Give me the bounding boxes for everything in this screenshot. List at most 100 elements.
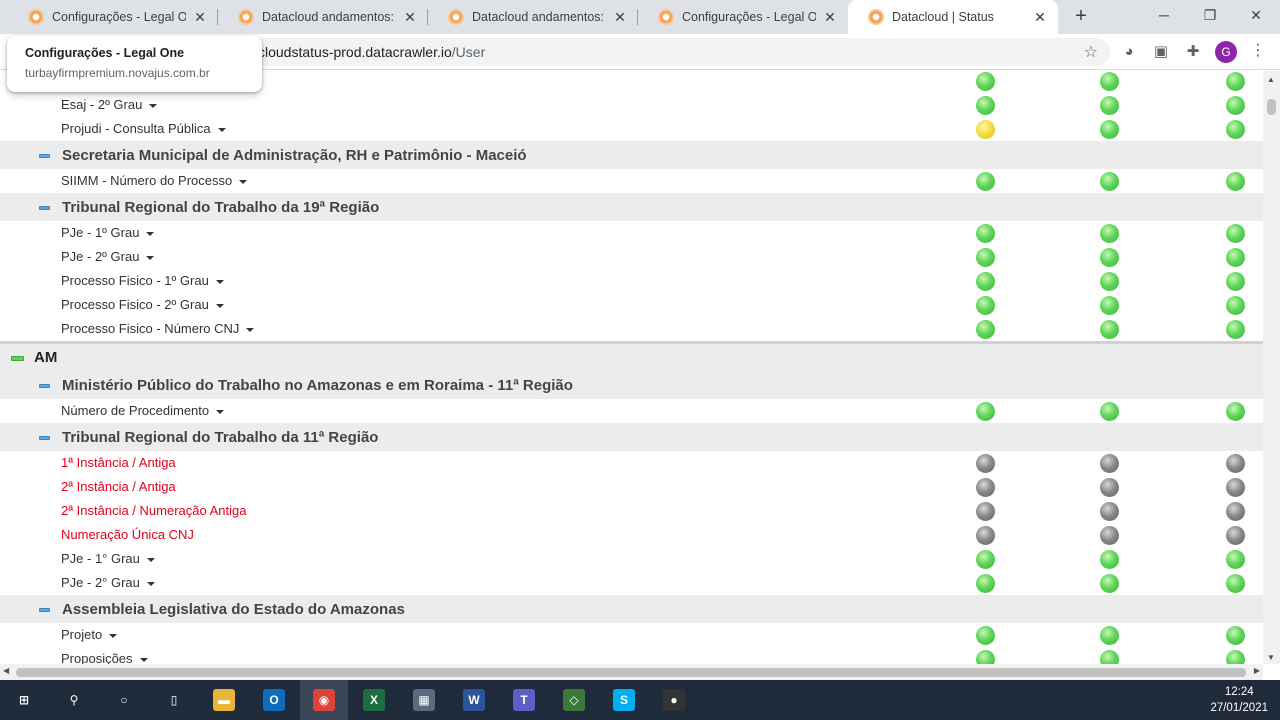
puzzle-icon[interactable]: ✚: [1183, 42, 1203, 62]
status-green-icon[interactable]: [976, 626, 995, 645]
system-name[interactable]: Projeto: [61, 627, 118, 642]
caret-down-icon[interactable]: [139, 657, 148, 662]
collapse-icon[interactable]: [39, 436, 50, 440]
status-green-icon[interactable]: [1100, 96, 1119, 115]
status-green-icon[interactable]: [976, 574, 995, 593]
status-green-icon[interactable]: [1226, 296, 1245, 315]
status-yellow-icon[interactable]: [976, 120, 995, 139]
menu-icon[interactable]: ⋮: [1250, 40, 1266, 60]
scroll-right-icon[interactable]: ▶: [1254, 666, 1260, 675]
status-gray-icon[interactable]: [1100, 526, 1119, 545]
status-green-icon[interactable]: [1100, 172, 1119, 191]
taskbar-skype[interactable]: S: [600, 680, 648, 720]
status-green-icon[interactable]: [1100, 550, 1119, 569]
taskbar-calculator[interactable]: ▦: [400, 680, 448, 720]
collapse-icon[interactable]: [39, 154, 50, 158]
system-name[interactable]: Numeração Única CNJ: [61, 527, 194, 542]
system-name[interactable]: Projudi - Consulta Pública: [61, 121, 226, 136]
status-green-icon[interactable]: [1226, 574, 1245, 593]
system-name[interactable]: 2ª Instância / Numeração Antiga: [61, 503, 246, 518]
status-green-icon[interactable]: [1100, 296, 1119, 315]
system-name[interactable]: Proposições: [61, 651, 148, 664]
status-gray-icon[interactable]: [976, 502, 995, 521]
collapse-icon[interactable]: [39, 384, 50, 388]
system-name[interactable]: Processo Fisico - 1º Grau: [61, 273, 224, 288]
status-green-icon[interactable]: [976, 172, 995, 191]
status-green-icon[interactable]: [1226, 650, 1245, 664]
status-green-icon[interactable]: [976, 320, 995, 339]
status-gray-icon[interactable]: [1226, 454, 1245, 473]
collapse-icon[interactable]: [11, 356, 24, 361]
url-text[interactable]: cloudstatus-prod.datacrawler.io/User: [258, 44, 485, 60]
browser-tab[interactable]: Datacloud andamentos: Ag ✕: [218, 0, 428, 34]
system-name[interactable]: SIIMM - Número do Processo: [61, 173, 248, 188]
status-gray-icon[interactable]: [1226, 526, 1245, 545]
status-green-icon[interactable]: [976, 550, 995, 569]
taskbar-cortana[interactable]: ○: [100, 680, 148, 720]
caret-down-icon[interactable]: [146, 231, 155, 236]
browser-tab[interactable]: Datacloud | Status ✕: [848, 0, 1058, 34]
status-green-icon[interactable]: [1100, 650, 1119, 664]
system-name[interactable]: Processo Fisico - Número CNJ: [61, 321, 255, 336]
scroll-thumb[interactable]: [1267, 99, 1276, 115]
collapse-icon[interactable]: [39, 206, 50, 210]
system-name[interactable]: PJe - 1° Grau: [61, 551, 155, 566]
caret-down-icon[interactable]: [239, 179, 248, 184]
caret-down-icon[interactable]: [109, 633, 118, 638]
caret-down-icon[interactable]: [146, 255, 155, 260]
collapse-icon[interactable]: [39, 608, 50, 612]
taskbar-file-explorer[interactable]: ▬: [200, 680, 248, 720]
caret-down-icon[interactable]: [216, 409, 225, 414]
close-tab-icon[interactable]: ✕: [612, 9, 628, 26]
system-name[interactable]: Processo Fisico - 2º Grau: [61, 297, 224, 312]
status-green-icon[interactable]: [976, 248, 995, 267]
horizontal-scrollbar[interactable]: ◀ ▶: [0, 664, 1263, 680]
scroll-down-icon[interactable]: ▼: [1267, 653, 1275, 662]
close-tab-icon[interactable]: ✕: [822, 9, 838, 26]
new-tab-button[interactable]: +: [1068, 4, 1094, 30]
status-gray-icon[interactable]: [1226, 478, 1245, 497]
minimize-button[interactable]: ─: [1141, 0, 1187, 30]
caret-down-icon[interactable]: [215, 303, 224, 308]
system-name[interactable]: PJe - 2º Grau: [61, 249, 155, 264]
close-tab-icon[interactable]: ✕: [402, 9, 418, 26]
taskbar-excel[interactable]: X: [350, 680, 398, 720]
status-green-icon[interactable]: [976, 272, 995, 291]
status-green-icon[interactable]: [1226, 550, 1245, 569]
browser-tab[interactable]: Configurações - Legal One ✕: [638, 0, 848, 34]
status-gray-icon[interactable]: [1100, 502, 1119, 521]
status-green-icon[interactable]: [1100, 248, 1119, 267]
restore-button[interactable]: ❐: [1187, 0, 1233, 30]
status-green-icon[interactable]: [1226, 402, 1245, 421]
caret-down-icon[interactable]: [217, 127, 226, 132]
close-window-button[interactable]: ✕: [1233, 0, 1279, 30]
caret-down-icon[interactable]: [246, 327, 255, 332]
system-name[interactable]: 2ª Instância / Antiga: [61, 479, 176, 494]
star-icon[interactable]: ☆: [1084, 42, 1098, 62]
browser-tab[interactable]: Configurações - Legal One ✕: [8, 0, 218, 34]
taskbar-chrome[interactable]: ◉: [300, 680, 348, 720]
system-name[interactable]: PJe - 2° Grau: [61, 575, 155, 590]
status-gray-icon[interactable]: [1100, 478, 1119, 497]
system-clock[interactable]: 12:24 27/01/2021: [1210, 684, 1268, 716]
status-green-icon[interactable]: [1100, 320, 1119, 339]
status-green-icon[interactable]: [1100, 224, 1119, 243]
system-name[interactable]: 1ª Instância / Antiga: [61, 455, 176, 470]
status-green-icon[interactable]: [1226, 72, 1245, 91]
caret-down-icon[interactable]: [149, 103, 158, 108]
status-gray-icon[interactable]: [1100, 454, 1119, 473]
close-tab-icon[interactable]: ✕: [1032, 9, 1048, 26]
taskbar-word[interactable]: W: [450, 680, 498, 720]
status-green-icon[interactable]: [976, 96, 995, 115]
taskbar-app-green[interactable]: ◇: [550, 680, 598, 720]
status-green-icon[interactable]: [976, 650, 995, 664]
status-green-icon[interactable]: [1100, 574, 1119, 593]
status-green-icon[interactable]: [1226, 272, 1245, 291]
status-green-icon[interactable]: [1226, 172, 1245, 191]
status-green-icon[interactable]: [976, 402, 995, 421]
status-green-icon[interactable]: [976, 224, 995, 243]
taskbar-search[interactable]: ⚲: [50, 680, 98, 720]
status-green-icon[interactable]: [1100, 626, 1119, 645]
status-green-icon[interactable]: [1100, 72, 1119, 91]
status-green-icon[interactable]: [1226, 320, 1245, 339]
